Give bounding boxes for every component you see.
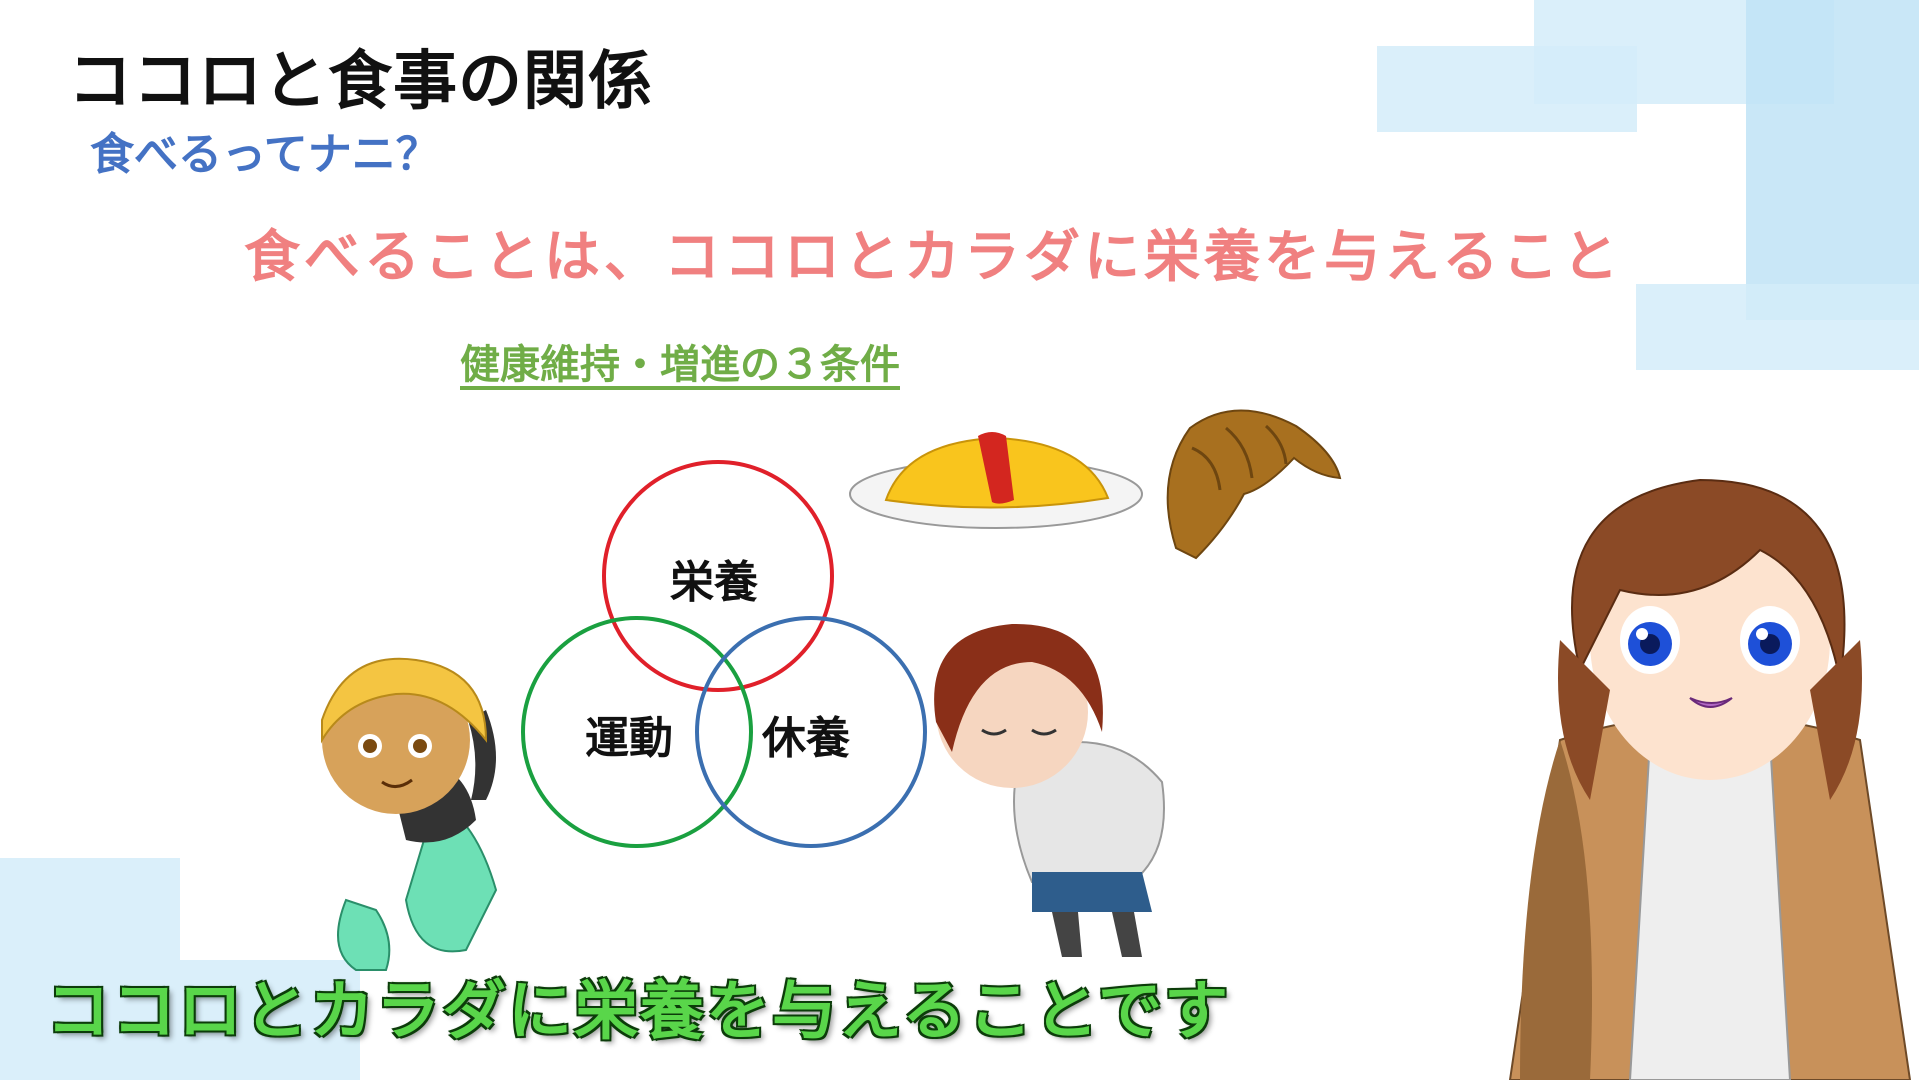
sleeping-girl xyxy=(934,623,1165,957)
omelette-rice-icon xyxy=(849,432,1143,529)
croissant-icon xyxy=(1166,409,1342,560)
venn-label-nutrition: 栄養 xyxy=(670,557,758,608)
venn-label-exercise: 運動 xyxy=(585,713,673,764)
venn-label-rest: 休養 xyxy=(762,713,850,764)
blond-boy-stretching xyxy=(321,657,498,971)
subtitle-caption: ココロとカラダに栄養を与えることです xyxy=(46,975,1231,1049)
narrator-girl-avatar xyxy=(1508,478,1912,1080)
